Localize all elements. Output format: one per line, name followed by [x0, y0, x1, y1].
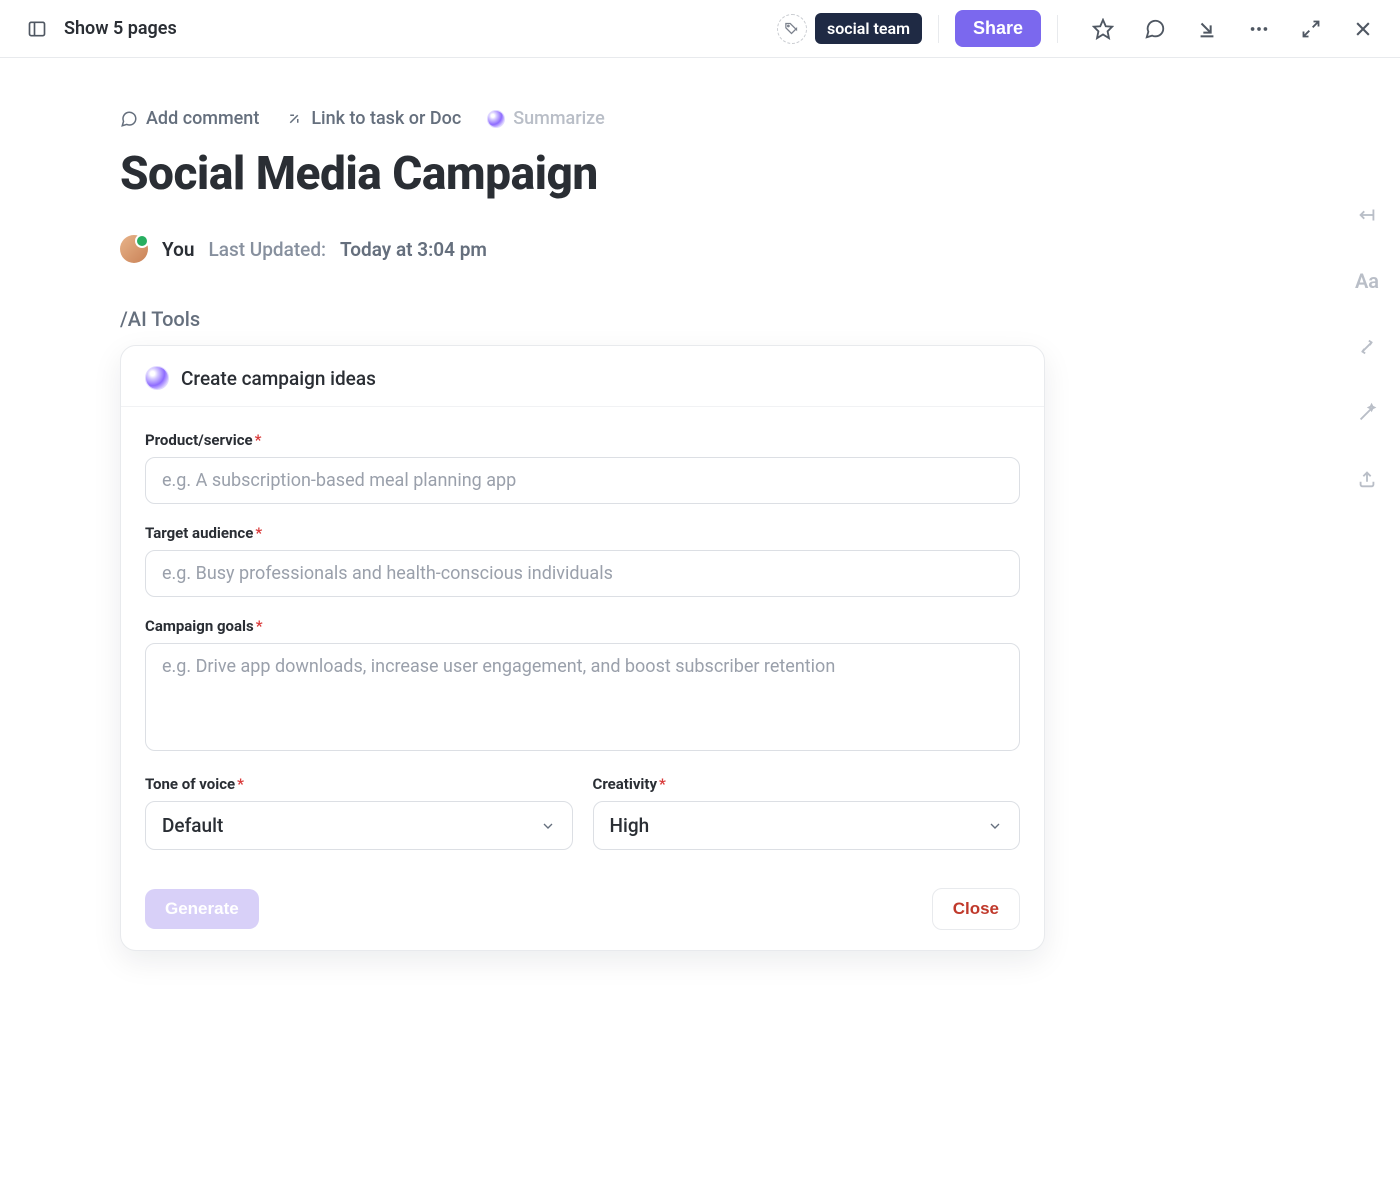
goals-input[interactable] [145, 643, 1020, 751]
topbar-left: Show 5 pages [20, 12, 177, 46]
ai-panel-title: Create campaign ideas [181, 367, 376, 390]
team-badge[interactable]: social team [815, 13, 922, 44]
link-task-label: Link to task or Doc [311, 108, 461, 129]
separator [938, 15, 939, 43]
panel-icon[interactable] [20, 12, 54, 46]
wand-icon[interactable] [1352, 398, 1382, 428]
more-icon[interactable] [1242, 12, 1276, 46]
right-rail: Aa [1352, 200, 1382, 494]
creativity-value: High [610, 814, 650, 837]
topbar: Show 5 pages social team Share [0, 0, 1400, 58]
close-button[interactable]: Close [932, 888, 1020, 930]
goals-label: Campaign goals* [145, 617, 1020, 635]
tag-icon[interactable] [777, 14, 807, 44]
summarize-label: Summarize [513, 108, 604, 129]
show-pages-link[interactable]: Show 5 pages [64, 18, 177, 39]
upload-icon[interactable] [1352, 464, 1382, 494]
ai-panel-header: Create campaign ideas [121, 346, 1044, 407]
tone-field-group: Tone of voice* Default [145, 775, 573, 850]
slash-command-text: /AI Tools [120, 307, 1180, 331]
share-button[interactable]: Share [955, 10, 1041, 47]
audience-field-group: Target audience* [145, 524, 1020, 597]
add-comment-label: Add comment [146, 108, 259, 129]
indent-icon[interactable] [1352, 200, 1382, 230]
link-task-action[interactable]: Link to task or Doc [285, 108, 461, 129]
audience-input[interactable] [145, 550, 1020, 597]
author-you: You [162, 238, 194, 261]
ai-icon [487, 110, 505, 128]
download-icon[interactable] [1190, 12, 1224, 46]
goals-field-group: Campaign goals* [145, 617, 1020, 755]
add-comment-action[interactable]: Add comment [120, 108, 259, 129]
separator [1057, 15, 1058, 43]
close-icon[interactable] [1346, 12, 1380, 46]
swap-icon[interactable] [1352, 332, 1382, 362]
toolbar-icons [1086, 12, 1380, 46]
creativity-select[interactable]: High [593, 801, 1021, 850]
ai-panel-body: Product/service* Target audience* Campai… [121, 407, 1044, 950]
creativity-label: Creativity* [593, 775, 1021, 793]
avatar[interactable] [120, 235, 148, 263]
generate-button[interactable]: Generate [145, 889, 259, 929]
ai-icon [145, 366, 169, 390]
ai-panel: Create campaign ideas Product/service* T… [120, 345, 1045, 951]
expand-icon[interactable] [1294, 12, 1328, 46]
comment-icon [120, 110, 138, 128]
doc-actions: Add comment Link to task or Doc Summariz… [120, 108, 1180, 129]
tone-value: Default [162, 814, 223, 837]
last-updated-value: Today at 3:04 pm [340, 238, 487, 261]
typography-icon[interactable]: Aa [1352, 266, 1382, 296]
audience-label: Target audience* [145, 524, 1020, 542]
chevron-down-icon [540, 818, 556, 834]
link-icon [285, 110, 303, 128]
product-label: Product/service* [145, 431, 1020, 449]
meta-row: You Last Updated: Today at 3:04 pm [120, 235, 1180, 263]
last-updated-label: Last Updated: [208, 238, 326, 261]
product-field-group: Product/service* [145, 431, 1020, 504]
comment-icon[interactable] [1138, 12, 1172, 46]
tone-label: Tone of voice* [145, 775, 573, 793]
creativity-field-group: Creativity* High [593, 775, 1021, 850]
summarize-action[interactable]: Summarize [487, 108, 604, 129]
tone-select[interactable]: Default [145, 801, 573, 850]
topbar-right: social team Share [777, 10, 1380, 47]
ai-panel-footer: Generate Close [145, 888, 1020, 930]
tone-creativity-row: Tone of voice* Default Creativity* High [145, 775, 1020, 870]
page-body: Add comment Link to task or Doc Summariz… [0, 58, 1180, 951]
chevron-down-icon [987, 818, 1003, 834]
star-icon[interactable] [1086, 12, 1120, 46]
page-title: Social Media Campaign [120, 147, 1180, 201]
product-input[interactable] [145, 457, 1020, 504]
